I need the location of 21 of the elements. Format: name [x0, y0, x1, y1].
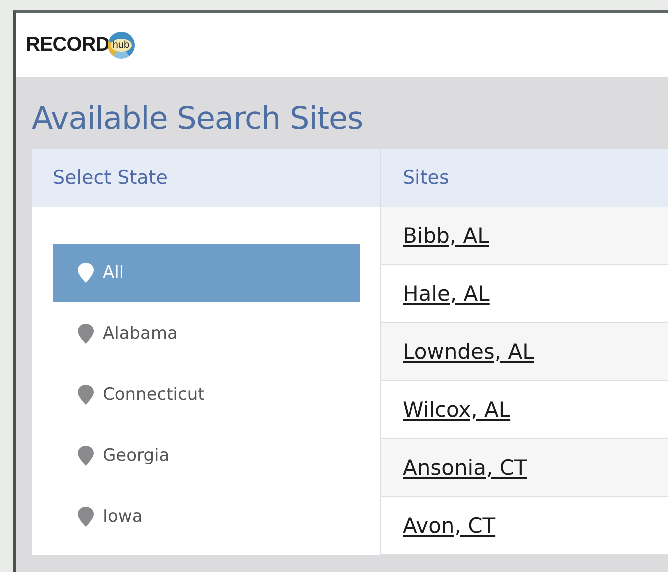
map-pin-icon — [78, 446, 94, 466]
logo-badge: hub — [108, 32, 135, 58]
state-item[interactable]: Iowa — [53, 488, 360, 546]
site-link[interactable]: Bibb, AL — [403, 224, 490, 248]
state-item[interactable]: Georgia — [53, 427, 360, 485]
logo[interactable]: RECORD hub — [26, 32, 135, 58]
state-item[interactable]: Alabama — [53, 305, 360, 363]
map-pin-icon — [78, 263, 94, 283]
site-link[interactable]: Lowndes, AL — [403, 340, 534, 364]
site-link[interactable]: Hale, AL — [403, 282, 490, 306]
state-item[interactable]: Connecticut — [53, 366, 360, 424]
site-link[interactable]: Avon, CT — [403, 514, 496, 538]
site-link[interactable]: Wilcox, AL — [403, 398, 511, 422]
page-title: Available Search Sites — [32, 100, 364, 139]
column-header: Sites — [380, 149, 668, 207]
map-pin-icon — [78, 324, 94, 344]
column-header: Select State — [32, 149, 380, 207]
logo-text: RECORD — [26, 34, 110, 56]
map-pin-icon — [78, 385, 94, 405]
map-pin-icon — [78, 507, 94, 527]
site-link[interactable]: Ansonia, CT — [403, 456, 528, 480]
